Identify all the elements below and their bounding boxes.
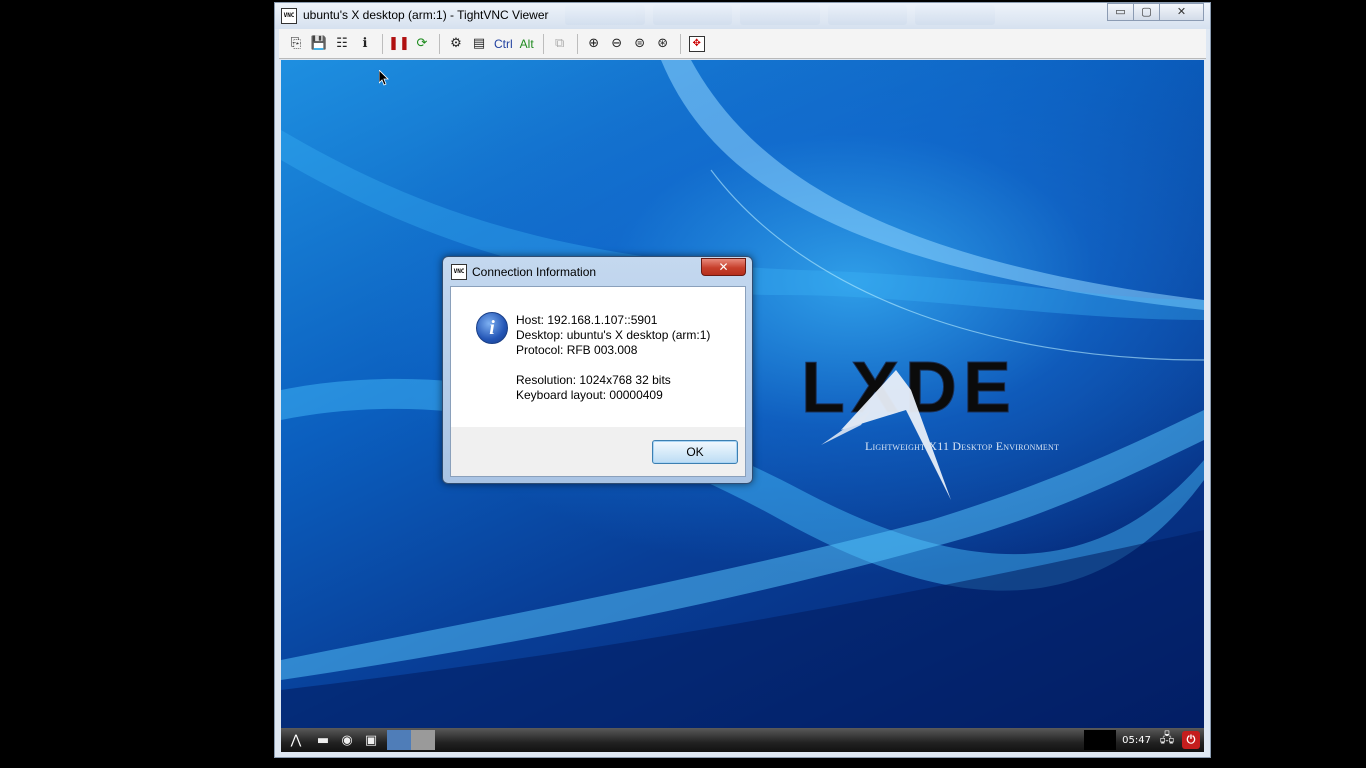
new-connection-icon[interactable]: ⎘	[285, 33, 307, 55]
show-desktop-icon[interactable]: ▣	[359, 729, 383, 751]
options-icon[interactable]: ☷	[331, 33, 353, 55]
taskbar-thumbnails-behind	[565, 5, 995, 25]
web-browser-icon[interactable]: ◉	[335, 729, 359, 751]
pause-icon[interactable]: ❚❚	[388, 33, 410, 55]
maximize-button[interactable]: ▢	[1133, 3, 1160, 21]
host-line: Host: 192.168.1.107::5901	[516, 313, 658, 327]
window-controls: ▭ ▢ ✕	[1107, 3, 1204, 21]
desktop-1[interactable]	[387, 730, 411, 750]
ok-button[interactable]: OK	[652, 440, 738, 464]
close-button[interactable]: ✕	[1159, 3, 1204, 21]
info-icon: i	[476, 312, 508, 344]
lxde-logo: LXDE	[801, 350, 1012, 500]
resolution-line: Resolution: 1024x768 32 bits	[516, 373, 671, 387]
dialog-footer: OK	[450, 427, 746, 477]
refresh-icon[interactable]: ⟳	[411, 33, 433, 55]
toolbar-separator	[382, 33, 383, 54]
toolbar-separator	[679, 33, 681, 54]
send-ctrl-esc-icon[interactable]: ▤	[468, 33, 490, 55]
ctrl-alt-del-icon[interactable]: ⚙	[445, 33, 467, 55]
lxde-tagline: Lightweight X11 Desktop Environment	[865, 439, 1060, 453]
vnc-toolbar: ⎘ 💾 ☷ ℹ ❚❚ ⟳ ⚙ ▤ Ctrl Alt ⧉ ⊕ ⊖ ⊜ ⊛ ✥	[279, 29, 1206, 59]
keyboard-layout-line: Keyboard layout: 00000409	[516, 388, 663, 402]
fullscreen-icon: ✥	[688, 35, 705, 52]
ctrl-key-button[interactable]: Ctrl	[491, 33, 516, 55]
file-manager-icon[interactable]: ▬	[311, 729, 335, 751]
minimize-button[interactable]: ▭	[1107, 3, 1134, 21]
connection-info-icon[interactable]: ℹ	[354, 33, 376, 55]
desktop-2[interactable]	[411, 730, 435, 750]
protocol-line: Protocol: RFB 003.008	[516, 343, 638, 357]
toolbar-separator	[576, 33, 578, 54]
lxde-menu-icon[interactable]: ⋀	[281, 729, 311, 751]
dialog-close-button[interactable]: ✕	[701, 258, 746, 276]
window-title: ubuntu's X desktop (arm:1) - TightVNC Vi…	[303, 8, 549, 22]
zoom-100-icon[interactable]: ⊜	[629, 33, 651, 55]
panel-clock[interactable]: 05:47	[1122, 735, 1151, 746]
save-icon[interactable]: 💾	[308, 33, 330, 55]
zoom-out-icon[interactable]: ⊖	[606, 33, 628, 55]
dialog-body: i Host: 192.168.1.107::5901 Desktop: ubu…	[450, 286, 746, 427]
mouse-cursor-icon	[379, 70, 389, 86]
network-icon[interactable]: 🖧	[1155, 729, 1179, 751]
alt-key-button[interactable]: Alt	[517, 33, 537, 55]
desktop-pager	[387, 730, 435, 750]
toolbar-separator	[542, 33, 544, 54]
zoom-auto-icon[interactable]: ⊛	[652, 33, 674, 55]
power-icon[interactable]: ⏻	[1182, 731, 1200, 749]
zoom-in-icon[interactable]: ⊕	[583, 33, 605, 55]
fullscreen-button[interactable]: ✥	[686, 33, 708, 55]
window-titlebar[interactable]: VNC ubuntu's X desktop (arm:1) - TightVN…	[275, 3, 1210, 29]
tray-applet	[1084, 730, 1117, 750]
lxde-panel: ⋀ ▬ ◉ ▣ 05:47 🖧 ⏻	[281, 728, 1204, 752]
tightvnc-app-icon: VNC	[281, 8, 297, 24]
connection-info-dialog: VNC Connection Information ✕ i Host: 192…	[442, 256, 753, 484]
dialog-title: Connection Information	[472, 265, 597, 279]
tightvnc-app-icon: VNC	[451, 264, 467, 280]
connection-details: Host: 192.168.1.107::5901 Desktop: ubunt…	[516, 313, 710, 403]
toolbar-separator	[439, 33, 440, 54]
copy-icon[interactable]: ⧉	[549, 33, 571, 55]
desktop-line: Desktop: ubuntu's X desktop (arm:1)	[516, 328, 711, 342]
